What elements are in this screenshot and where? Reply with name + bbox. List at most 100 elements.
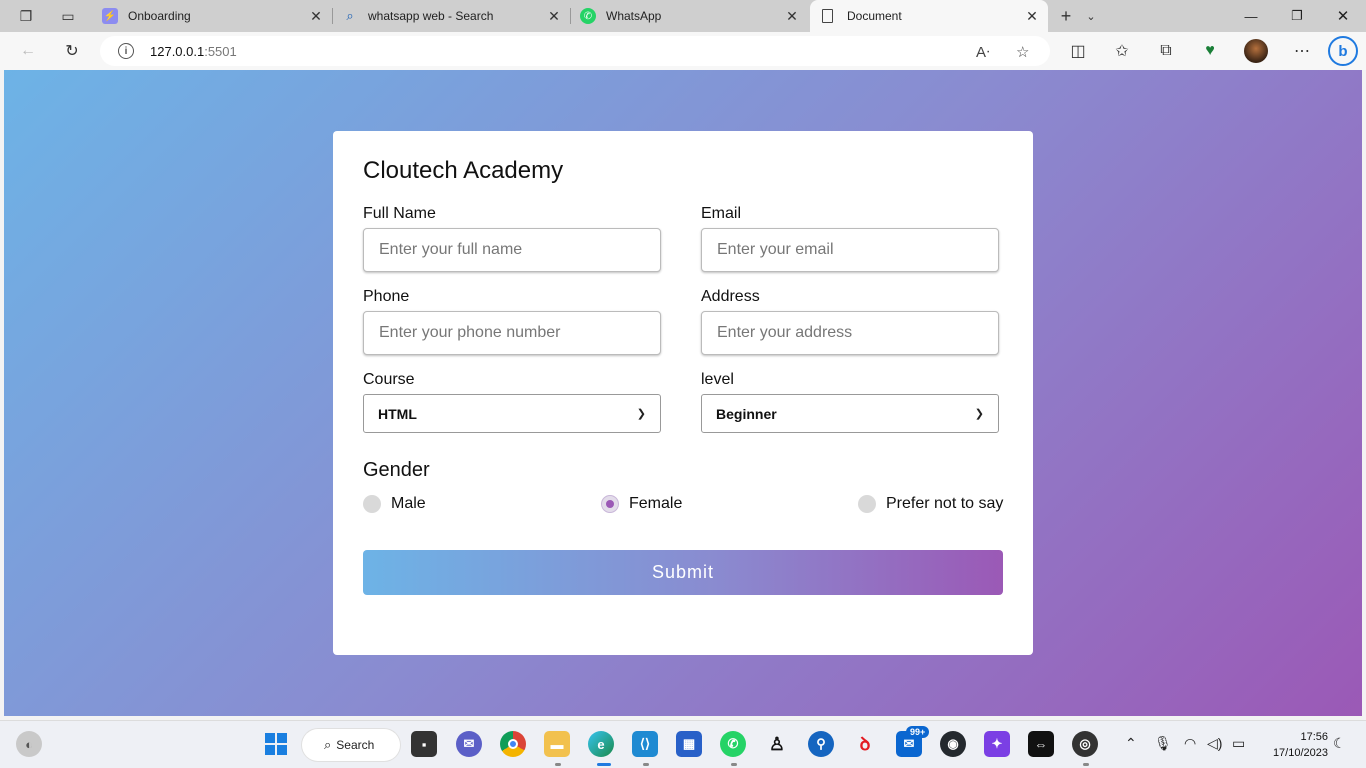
weather-widget-icon[interactable]: ◐ [16, 731, 42, 757]
form-title: Cloutech Academy [363, 157, 564, 184]
windows-taskbar: ◐ ⌕ Search ▪ ✉ ▬ e ⟨⟩ ▦ ✆ ♙ ⚲ ꝺ ✉ 99+ ◉ … [0, 720, 1366, 768]
phone-label: Phone [363, 288, 410, 305]
gender-option-prefer-not-to-say[interactable]: Prefer not to say [858, 495, 1003, 513]
tab-actions-icon[interactable]: ▭ [58, 6, 78, 26]
close-window-icon[interactable]: ✕ [1320, 0, 1366, 32]
radio-label: Male [391, 495, 426, 512]
registration-form-card: Cloutech Academy Full Name Email Phone A… [333, 131, 1033, 655]
close-tab-icon[interactable]: ✕ [782, 8, 802, 25]
level-label: level [701, 371, 734, 388]
course-selected-value: HTML [378, 405, 417, 422]
tab-title: whatsapp web - Search [368, 9, 494, 23]
start-button-icon[interactable] [263, 731, 289, 757]
teamviewer-icon[interactable]: ⇔ [1028, 731, 1054, 757]
file-explorer-icon[interactable]: ▬ [544, 731, 570, 757]
tab-whatsapp[interactable]: ✆ WhatsApp ✕ [570, 0, 808, 32]
gender-heading: Gender [363, 459, 430, 481]
tab-document[interactable]: Document ✕ [810, 0, 1048, 32]
url-host: 127.0.0.1 [150, 43, 205, 59]
whatsapp-favicon-icon: ✆ [580, 8, 596, 24]
radio-button[interactable] [858, 495, 876, 513]
tab-list-chevron-icon[interactable]: ⌄ [1081, 6, 1101, 26]
collections-icon[interactable]: ⧉ [1152, 38, 1180, 64]
page-background: Cloutech Academy Full Name Email Phone A… [4, 70, 1362, 716]
favorites-icon[interactable]: ✩ [1108, 38, 1136, 64]
teams-chat-icon[interactable]: ✉ [456, 731, 482, 757]
tab-title: WhatsApp [606, 9, 662, 23]
chevron-down-icon: ❯ [974, 408, 984, 420]
clock-date: 17/10/2023 [1272, 747, 1328, 759]
vscode-icon[interactable]: ⟨⟩ [632, 731, 658, 757]
notification-center-icon[interactable]: ☾ [1333, 735, 1346, 752]
level-selected-value: Beginner [716, 405, 777, 422]
show-hidden-icons-chevron-icon[interactable]: ⌃ [1125, 735, 1137, 752]
gender-option-male[interactable]: Male [363, 495, 426, 513]
phone-input[interactable] [363, 311, 661, 355]
obs-studio-icon[interactable]: ◎ [1072, 731, 1098, 757]
radio-label: Prefer not to say [886, 495, 1004, 512]
close-tab-icon[interactable]: ✕ [1022, 8, 1042, 25]
search-icon: ⌕ [324, 737, 332, 752]
url-port: :5501 [204, 43, 237, 59]
course-label: Course [363, 371, 415, 388]
radio-button[interactable] [363, 495, 381, 513]
task-view-icon[interactable]: ▪ [411, 731, 437, 757]
browser-essentials-icon[interactable]: ♥ [1196, 38, 1224, 64]
document-favicon-icon [822, 9, 833, 23]
email-input[interactable] [701, 228, 999, 272]
microsoft-store-icon[interactable]: ▦ [676, 731, 702, 757]
close-tab-icon[interactable]: ✕ [306, 8, 326, 25]
workspaces-icon[interactable]: ❐ [16, 6, 36, 26]
chrome-icon[interactable] [500, 731, 526, 757]
more-options-icon[interactable]: ⋯ [1288, 38, 1316, 64]
radio-label: Female [629, 495, 683, 512]
microphone-icon[interactable]: 🎙︎ [1154, 735, 1172, 752]
system-clock[interactable]: 17:56 17/10/2023 [1258, 729, 1328, 761]
back-arrow-icon[interactable]: ← [14, 38, 42, 64]
tab-title: Onboarding [128, 9, 191, 23]
minimize-window-icon[interactable]: — [1228, 0, 1274, 32]
favorite-star-icon[interactable]: ☆ [1016, 43, 1029, 61]
radio-button-selected[interactable] [601, 495, 619, 513]
read-aloud-icon[interactable]: Aᐧ [976, 43, 990, 61]
submit-button[interactable]: Submit [363, 550, 1003, 595]
site-info-icon[interactable]: i [118, 43, 134, 59]
address-input[interactable] [701, 311, 999, 355]
taskbar-search-box[interactable]: ⌕ Search [302, 729, 400, 761]
onboarding-favicon-icon: ⚡ [102, 8, 118, 24]
level-select[interactable]: Beginner ❯ [701, 394, 999, 433]
browser-toolbar: ← ↻ i 127.0.0.1:5501 Aᐧ ☆ ◫ ✩ ⧉ ♥ ⋯ b [0, 32, 1366, 70]
address-bar[interactable]: i 127.0.0.1:5501 Aᐧ ☆ [100, 36, 1050, 66]
full-name-input[interactable] [363, 228, 661, 272]
search-label: Search [336, 738, 375, 752]
airtel-icon[interactable]: ꝺ [852, 731, 878, 757]
wifi-icon[interactable]: ◠ [1184, 735, 1196, 752]
search-icon: ⌕ [346, 8, 354, 23]
restore-window-icon[interactable]: ❐ [1274, 0, 1320, 32]
gender-option-female[interactable]: Female [601, 495, 682, 513]
split-screen-icon[interactable]: ◫ [1064, 38, 1092, 64]
location-pin-icon[interactable]: ⚲ [808, 731, 834, 757]
full-name-label: Full Name [363, 205, 436, 222]
tab-whatsapp-web-search[interactable]: ⌕ whatsapp web - Search ✕ [332, 0, 570, 32]
whatsapp-icon[interactable]: ✆ [720, 731, 746, 757]
browser-tab-strip: ❐ ▭ ⚡ Onboarding ✕ ⌕ whatsapp web - Sear… [0, 0, 1366, 32]
volume-icon[interactable]: ◁) [1207, 735, 1222, 752]
edge-icon[interactable]: e [588, 731, 614, 757]
new-tab-icon[interactable]: + [1056, 6, 1076, 26]
profile-avatar[interactable] [1242, 38, 1270, 64]
clock-time: 17:56 [1300, 731, 1328, 743]
github-desktop-icon[interactable]: ◉ [940, 731, 966, 757]
chevron-down-icon: ❯ [636, 408, 646, 420]
linux-penguin-icon[interactable]: ♙ [764, 731, 790, 757]
copilot-icon[interactable]: b [1328, 36, 1358, 66]
battery-icon[interactable]: ▭ [1232, 735, 1245, 752]
close-tab-icon[interactable]: ✕ [544, 8, 564, 25]
tab-title: Document [847, 9, 902, 23]
tab-onboarding[interactable]: ⚡ Onboarding ✕ [92, 0, 332, 32]
app-launcher-icon[interactable]: ✦ [984, 731, 1010, 757]
address-label: Address [701, 288, 760, 305]
course-select[interactable]: HTML ❯ [363, 394, 661, 433]
refresh-icon[interactable]: ↻ [58, 38, 86, 64]
email-label: Email [701, 205, 742, 222]
